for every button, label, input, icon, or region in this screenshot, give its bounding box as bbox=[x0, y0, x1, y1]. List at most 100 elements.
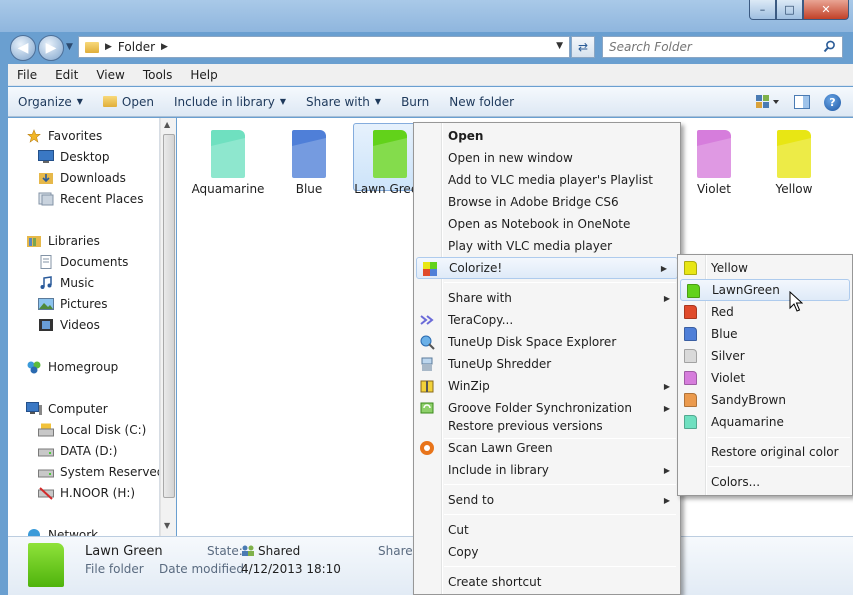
menu-item-adobe-bridge[interactable]: Browse in Adobe Bridge CS6 bbox=[414, 191, 680, 213]
folder-item-aquamarine[interactable]: Aquamarine bbox=[191, 124, 265, 196]
nav-pictures[interactable]: Pictures bbox=[38, 294, 108, 314]
search-input[interactable] bbox=[609, 40, 819, 54]
scrollbar-thumb[interactable] bbox=[163, 134, 175, 498]
menu-item-winzip[interactable]: WinZip ▶ bbox=[414, 375, 680, 397]
menu-item-open-new-window[interactable]: Open in new window bbox=[414, 147, 680, 169]
nav-downloads[interactable]: Downloads bbox=[38, 168, 126, 188]
menu-item-cut[interactable]: Cut bbox=[414, 519, 680, 541]
maximize-button[interactable]: □ bbox=[776, 0, 803, 20]
folder-item-violet[interactable]: Violet bbox=[677, 124, 751, 196]
nav-desktop[interactable]: Desktop bbox=[38, 147, 110, 167]
minimize-button[interactable]: – bbox=[749, 0, 776, 20]
nav-favorites[interactable]: Favorites bbox=[26, 126, 102, 146]
preview-pane-icon[interactable] bbox=[794, 95, 810, 109]
nav-documents[interactable]: Documents bbox=[38, 252, 128, 272]
color-item-silver[interactable]: Silver bbox=[678, 345, 852, 367]
search-box[interactable] bbox=[602, 36, 843, 58]
menu-item-create-shortcut[interactable]: Create shortcut bbox=[414, 571, 680, 593]
nav-hnoor-h[interactable]: H.NOOR (H:) bbox=[38, 483, 135, 503]
breadcrumb-folder[interactable]: Folder bbox=[118, 40, 155, 54]
open-button[interactable]: Open bbox=[93, 95, 164, 109]
menu-item-vlc-playlist[interactable]: Add to VLC media player's Playlist bbox=[414, 169, 680, 191]
organize-label: Organize bbox=[18, 94, 72, 109]
menu-item-vlc-play[interactable]: Play with VLC media player bbox=[414, 235, 680, 257]
menu-item-onenote[interactable]: Open as Notebook in OneNote bbox=[414, 213, 680, 235]
open-label: Open bbox=[121, 94, 154, 109]
lawngreen-folder-icon bbox=[687, 284, 700, 298]
details-type: File folder bbox=[85, 562, 144, 576]
color-item-sandybrown[interactable]: SandyBrown bbox=[678, 389, 852, 411]
burn-button[interactable]: Burn bbox=[391, 95, 439, 109]
color-item-lawngreen[interactable]: LawnGreen bbox=[680, 279, 850, 301]
folder-item-yellow[interactable]: Yellow bbox=[757, 124, 831, 196]
breadcrumb-separator-icon[interactable]: ▶ bbox=[105, 42, 112, 52]
menu-item-tuneup-shredder[interactable]: TuneUp Shredder bbox=[414, 353, 680, 375]
nav-data-disk-d[interactable]: DATA (D:) bbox=[38, 441, 117, 461]
recent-pages-dropdown[interactable]: ▼ bbox=[66, 42, 73, 52]
submenu-arrow-icon: ▶ bbox=[663, 381, 670, 391]
scroll-down-icon[interactable]: ▼ bbox=[164, 521, 170, 530]
address-dropdown-icon[interactable]: ▼ bbox=[556, 41, 563, 51]
refresh-button[interactable]: ⇄ bbox=[571, 36, 595, 58]
close-button[interactable]: ✕ bbox=[803, 0, 849, 20]
forward-button[interactable]: ▶ bbox=[38, 35, 64, 61]
organize-button[interactable]: Organize ▼ bbox=[8, 95, 93, 109]
menu-tools[interactable]: Tools bbox=[134, 68, 182, 82]
antivirus-scan-icon bbox=[420, 441, 434, 455]
help-icon[interactable]: ? bbox=[824, 93, 841, 111]
menu-file[interactable]: File bbox=[8, 68, 46, 82]
menu-item-scan[interactable]: Scan Lawn Green bbox=[414, 437, 680, 459]
new-folder-button[interactable]: New folder bbox=[439, 95, 524, 109]
menu-edit[interactable]: Edit bbox=[46, 68, 87, 82]
folder-item-blue[interactable]: Blue bbox=[272, 124, 346, 196]
menu-item-send-to[interactable]: Send to ▶ bbox=[414, 489, 680, 511]
breadcrumb-separator-icon[interactable]: ▶ bbox=[161, 42, 168, 52]
scroll-up-icon[interactable]: ▲ bbox=[164, 120, 170, 129]
nav-computer[interactable]: Computer bbox=[26, 399, 108, 419]
change-view-icon[interactable] bbox=[756, 95, 780, 109]
recent-places-icon bbox=[38, 192, 54, 206]
share-with-button[interactable]: Share with ▼ bbox=[296, 95, 391, 109]
menu-item-share-with[interactable]: Share with ▶ bbox=[414, 287, 680, 309]
menu-view[interactable]: View bbox=[87, 68, 133, 82]
open-folder-icon bbox=[102, 96, 117, 107]
restore-original-color[interactable]: Restore original color bbox=[678, 441, 852, 463]
include-in-library-button[interactable]: Include in library ▼ bbox=[164, 95, 296, 109]
nav-system-reserved[interactable]: System Reserved ( bbox=[38, 462, 159, 482]
nav-recent-places[interactable]: Recent Places bbox=[38, 189, 143, 209]
color-item-label: SandyBrown bbox=[711, 393, 786, 407]
menu-help[interactable]: Help bbox=[181, 68, 226, 82]
color-item-yellow[interactable]: Yellow bbox=[678, 257, 852, 279]
color-item-aquamarine[interactable]: Aquamarine bbox=[678, 411, 852, 433]
desktop-icon bbox=[38, 150, 54, 163]
nav-libraries[interactable]: Libraries bbox=[26, 231, 100, 251]
back-button[interactable]: ◀ bbox=[10, 35, 36, 61]
nav-network[interactable]: Network bbox=[26, 525, 98, 536]
nav-downloads-label: Downloads bbox=[60, 171, 126, 185]
menu-item-groove-label: Groove Folder Synchronization bbox=[448, 401, 632, 415]
colors-dialog-item[interactable]: Colors... bbox=[678, 471, 852, 493]
color-item-blue[interactable]: Blue bbox=[678, 323, 852, 345]
color-item-violet[interactable]: Violet bbox=[678, 367, 852, 389]
menu-item-restore-previous-versions[interactable]: Restore previous versions bbox=[414, 415, 680, 437]
nav-hnoor-label: H.NOOR (H:) bbox=[60, 486, 136, 500]
menu-item-colorize[interactable]: Colorize! ▶ bbox=[416, 257, 678, 279]
menu-item-tuneup-explorer[interactable]: TuneUp Disk Space Explorer bbox=[414, 331, 680, 353]
color-item-label: Red bbox=[711, 305, 734, 319]
menu-item-teracopy[interactable]: TeraCopy... bbox=[414, 309, 680, 331]
downloads-folder-icon bbox=[39, 173, 53, 184]
search-icon[interactable] bbox=[823, 40, 836, 53]
nav-videos[interactable]: Videos bbox=[38, 315, 100, 335]
address-bar[interactable]: ▶ Folder ▶ ▼ bbox=[78, 36, 570, 58]
color-item-red[interactable]: Red bbox=[678, 301, 852, 323]
selected-folder-icon bbox=[28, 543, 64, 587]
nav-local-disk-c[interactable]: Local Disk (C:) bbox=[38, 420, 146, 440]
nav-homegroup[interactable]: Homegroup bbox=[26, 357, 118, 377]
menu-item-include-in-library[interactable]: Include in library ▶ bbox=[414, 459, 680, 481]
nav-music[interactable]: Music bbox=[38, 273, 94, 293]
color-item-label: Aquamarine bbox=[711, 415, 784, 429]
menu-item-copy[interactable]: Copy bbox=[414, 541, 680, 563]
navigation-scrollbar[interactable]: ▲ ▼ bbox=[160, 118, 176, 536]
nav-favorites-label: Favorites bbox=[48, 129, 103, 143]
menu-item-open[interactable]: Open bbox=[414, 125, 680, 147]
